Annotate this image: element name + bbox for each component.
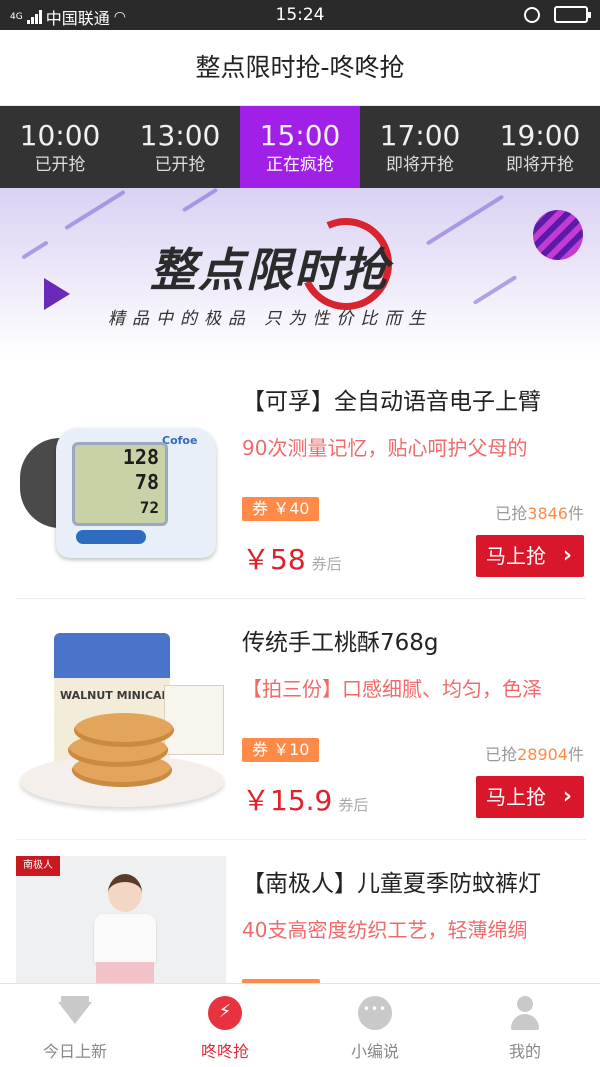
chevron-right-icon: › [562, 784, 572, 809]
tab-time: 15:00 [259, 119, 341, 152]
product-item[interactable]: WALNUT MINICAKE 传统手工桃酥768g 【拍三份】口感细腻、均匀，… [0, 599, 600, 839]
bottom-nav: 今日上新 咚咚抢 小编说 我的 [0, 983, 600, 1067]
product-item[interactable]: 南极人 【南极人】儿童夏季防蚊裤灯 40支高密度纺织工艺，轻薄绵绸 [0, 840, 600, 983]
status-time: 15:24 [275, 5, 325, 25]
tab-status: 已开抢 [34, 155, 86, 175]
model-pants [96, 962, 154, 983]
nav-label: 咚咚抢 [200, 1042, 249, 1061]
sold-prefix: 已抢 [485, 745, 518, 764]
brand-logo: 南极人 [16, 856, 60, 876]
coupon-badge: 券 ￥40 [242, 497, 320, 521]
sold-number: 3846 [527, 504, 568, 523]
screen-value: 72 [139, 498, 159, 517]
product-desc: 40支高密度纺织工艺，轻薄绵绸 [242, 918, 528, 942]
product-image-blood-pressure-monitor[interactable]: Cofoe 128 78 72 [16, 388, 226, 598]
banner-decoration [425, 194, 505, 246]
product-desc: 【拍三份】口感细腻、均匀，色泽 [242, 677, 542, 701]
chat-bubble-icon [358, 996, 392, 1030]
buy-now-button[interactable]: 马上抢 › [476, 535, 584, 577]
alarm-icon [524, 6, 540, 23]
product-image-kids-pants[interactable]: 南极人 [16, 856, 226, 983]
time-tabs: 10:00 已开抢 13:00 已开抢 15:00 正在疯抢 17:00 即将开… [0, 106, 600, 188]
price-note: 券后 [311, 555, 342, 573]
tab-1700[interactable]: 17:00 即将开抢 [360, 106, 480, 188]
tab-time: 19:00 [499, 119, 581, 152]
price-value: ￥58 [242, 543, 306, 576]
banner-decoration [181, 188, 219, 213]
model-shirt [94, 914, 156, 964]
sold-prefix: 已抢 [495, 504, 528, 523]
sold-suffix: 件 [567, 745, 584, 764]
nav-item-dongdongqiang[interactable]: 咚咚抢 [150, 984, 300, 1067]
sold-suffix: 件 [567, 504, 584, 523]
price: ￥15.9 券后 [242, 779, 368, 819]
banner-decoration [472, 275, 518, 305]
product-item[interactable]: Cofoe 128 78 72 【可孚】全自动语音电子上臂 90次测量记忆，贴心… [0, 358, 600, 598]
banner-subtitle: 精品中的极品 只为性价比而生 [108, 309, 433, 329]
banner-decoration [21, 240, 49, 260]
tab-1000[interactable]: 10:00 已开抢 [0, 106, 120, 188]
sold-number: 28904 [517, 745, 568, 764]
tab-1900[interactable]: 19:00 即将开抢 [480, 106, 600, 188]
tab-status: 即将开抢 [506, 155, 574, 175]
nav-item-mine[interactable]: 我的 [450, 984, 600, 1067]
tab-status: 正在疯抢 [266, 155, 334, 175]
tab-status: 即将开抢 [386, 155, 454, 175]
promo-banner[interactable]: 整点限时抢 精品中的极品 只为性价比而生 [0, 188, 600, 358]
small-pack [164, 685, 224, 755]
nav-label: 小编说 [350, 1042, 399, 1061]
play-triangle-decoration [44, 278, 70, 310]
banner-decoration [64, 189, 126, 231]
tab-time: 17:00 [379, 119, 461, 152]
bag-label: WALNUT MINICAKE [60, 689, 178, 702]
screen-value: 128 [122, 445, 159, 469]
product-image-walnut-cake[interactable]: WALNUT MINICAKE [16, 625, 226, 835]
buy-button-label: 马上抢 [486, 785, 546, 809]
price-value: ￥15.9 [242, 784, 333, 817]
buy-button-label: 马上抢 [486, 544, 546, 568]
tab-time: 10:00 [19, 119, 101, 152]
tab-time: 13:00 [139, 119, 221, 152]
monitor-body: Cofoe 128 78 72 [56, 428, 216, 558]
sold-count: 已抢3846件 [495, 500, 584, 524]
model-head [108, 874, 142, 912]
nav-label: 我的 [508, 1042, 541, 1061]
product-desc: 90次测量记忆，贴心呵护父母的 [242, 436, 528, 460]
user-icon [508, 996, 542, 1030]
nav-item-today-new[interactable]: 今日上新 [0, 984, 150, 1067]
product-title[interactable]: 传统手工桃酥768g [242, 623, 587, 657]
sold-count: 已抢28904件 [485, 741, 584, 765]
buy-now-button[interactable]: 马上抢 › [476, 776, 584, 818]
screen-value: 78 [134, 470, 159, 494]
price-note: 券后 [338, 796, 369, 814]
chevron-right-icon: › [562, 543, 572, 568]
cake-piece [74, 713, 174, 747]
nav-label: 今日上新 [42, 1042, 107, 1061]
nav-item-editor-says[interactable]: 小编说 [300, 984, 450, 1067]
monitor-screen: 128 78 72 [72, 442, 168, 526]
tab-1500[interactable]: 15:00 正在疯抢 [240, 106, 360, 188]
page-title: 整点限时抢-咚咚抢 [0, 30, 600, 106]
product-title[interactable]: 【可孚】全自动语音电子上臂 [242, 382, 587, 416]
product-title[interactable]: 【南极人】儿童夏季防蚊裤灯 [242, 864, 587, 898]
coupon-badge: 券 ￥10 [242, 738, 320, 762]
status-right [524, 6, 591, 23]
status-bar: 4G 中国联通 ◠ 15:24 [0, 0, 600, 30]
tab-1300[interactable]: 13:00 已开抢 [120, 106, 240, 188]
tab-status: 已开抢 [154, 155, 206, 175]
monitor-button [76, 530, 146, 544]
battery-icon [554, 6, 591, 23]
striped-circle-decoration [533, 210, 583, 260]
price: ￥58 券后 [242, 538, 342, 578]
diamond-icon [58, 996, 92, 1030]
banner-title: 整点限时抢 [150, 243, 390, 297]
flash-clock-icon [208, 996, 242, 1030]
